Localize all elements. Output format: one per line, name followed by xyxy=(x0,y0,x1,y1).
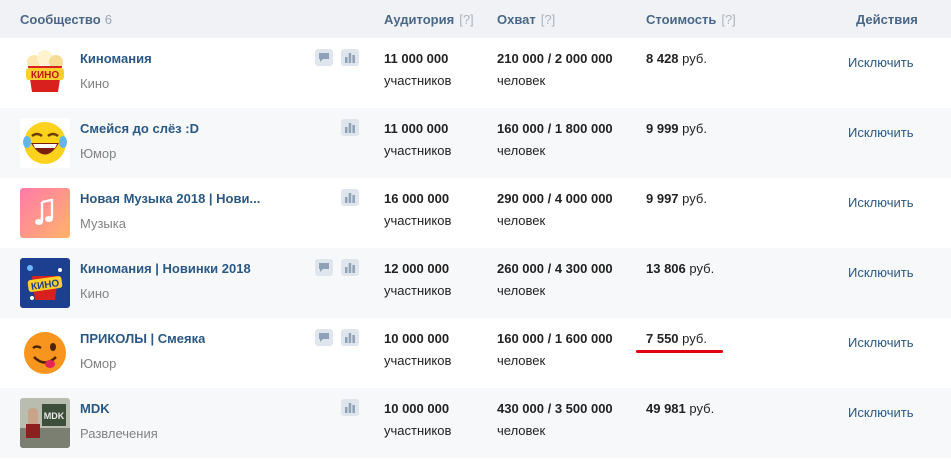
reach-value: 210 000 / 2 000 000 xyxy=(497,51,613,66)
price-value: 9 997 руб. xyxy=(646,191,707,206)
community-name-link[interactable]: ПРИКОЛЫ | Смеяка xyxy=(80,331,205,346)
audience-value: 11 000 000 xyxy=(384,121,449,136)
community-category: Юмор xyxy=(80,356,117,371)
table-header: Сообщество 6 Аудитория [?] Охват [?] Стоимо… xyxy=(0,0,951,38)
community-avatar[interactable]: КИНО xyxy=(20,48,70,98)
community-name-link[interactable]: MDK xyxy=(80,401,110,416)
table-row: Новая Музыка 2018 | Нови... Музыка 16 00… xyxy=(0,178,951,248)
community-category: Музыка xyxy=(80,216,126,231)
reach-value: 260 000 / 4 300 000 xyxy=(497,261,613,276)
table-row: КИНО Киномания Кино 11 000 000 участнико… xyxy=(0,38,951,108)
header-actions: Действия xyxy=(856,12,918,27)
cost-help-icon[interactable]: [?] xyxy=(721,12,735,27)
table-row: КИНО Киномания | Новинки 2018 Кино 12 00… xyxy=(0,248,951,318)
reach-unit: человек xyxy=(497,423,546,438)
community-category: Юмор xyxy=(80,146,117,161)
community-avatar[interactable] xyxy=(20,118,70,168)
audience-unit: участников xyxy=(384,143,452,158)
exclude-button[interactable]: Исключить xyxy=(848,405,914,420)
stats-icon[interactable] xyxy=(341,189,359,206)
reach-unit: человек xyxy=(497,213,546,228)
table-row: Смейся до слёз :D Юмор 11 000 000 участн… xyxy=(0,108,951,178)
stats-icon[interactable] xyxy=(341,119,359,136)
price-highlight-underline xyxy=(636,350,723,353)
mdk-photo-icon: MDK xyxy=(20,398,70,448)
svg-text:КИНО: КИНО xyxy=(31,70,60,81)
reach-value: 290 000 / 4 000 000 xyxy=(497,191,613,206)
reach-unit: человек xyxy=(497,73,546,88)
community-avatar[interactable]: КИНО xyxy=(20,258,70,308)
cinema-logo-icon: КИНО xyxy=(20,258,70,308)
price-value: 8 428 руб. xyxy=(646,51,707,66)
audience-value: 12 000 000 xyxy=(384,261,450,276)
community-name-link[interactable]: Киномания xyxy=(80,51,152,66)
community-avatar[interactable] xyxy=(20,188,70,238)
community-count: 6 xyxy=(104,12,112,27)
price-value: 9 999 руб. xyxy=(646,121,707,136)
audience-unit: участников xyxy=(384,353,452,368)
community-name-link[interactable]: Новая Музыка 2018 | Нови... xyxy=(80,191,260,206)
stats-icon[interactable] xyxy=(341,259,359,276)
reach-unit: человек xyxy=(497,353,546,368)
exclude-button[interactable]: Исключить xyxy=(848,195,914,210)
comment-icon[interactable] xyxy=(315,329,333,346)
price-value: 13 806 руб. xyxy=(646,261,715,276)
audience-unit: участников xyxy=(384,213,452,228)
reach-unit: человек xyxy=(497,283,546,298)
community-avatar[interactable] xyxy=(20,328,70,378)
audience-unit: участников xyxy=(384,73,452,88)
audience-help-icon[interactable]: [?] xyxy=(459,12,473,27)
community-category: Развлечения xyxy=(80,426,158,441)
table-row: ПРИКОЛЫ | Смеяка Юмор 10 000 000 участни… xyxy=(0,318,951,388)
music-note-icon xyxy=(20,188,70,238)
header-audience[interactable]: Аудитория [?] xyxy=(384,12,474,27)
communities-table: Сообщество 6 Аудитория [?] Охват [?] Стоимо… xyxy=(0,0,951,460)
exclude-button[interactable]: Исключить xyxy=(848,125,914,140)
community-category: Кино xyxy=(80,76,110,91)
comment-icon[interactable] xyxy=(315,259,333,276)
exclude-button[interactable]: Исключить xyxy=(848,265,914,280)
community-name-link[interactable]: Киномания | Новинки 2018 xyxy=(80,261,251,276)
reach-value: 160 000 / 1 600 000 xyxy=(497,331,613,346)
reach-unit: человек xyxy=(497,143,546,158)
price-value: 49 981 руб. xyxy=(646,401,715,416)
audience-value: 16 000 000 xyxy=(384,191,450,206)
audience-unit: участников xyxy=(384,283,452,298)
reach-value: 430 000 / 3 500 000 xyxy=(497,401,613,416)
price-value: 7 550 руб. xyxy=(646,331,707,346)
community-avatar[interactable]: MDK xyxy=(20,398,70,448)
exclude-button[interactable]: Исключить xyxy=(848,55,914,70)
reach-value: 160 000 / 1 800 000 xyxy=(497,121,613,136)
reach-help-icon[interactable]: [?] xyxy=(541,12,555,27)
header-community[interactable]: Сообщество 6 xyxy=(20,12,112,27)
table-row: MDK MDK Развлечения 10 000 000 участнико… xyxy=(0,388,951,458)
winking-emoji-icon xyxy=(20,328,70,378)
header-cost[interactable]: Стоимость [?] xyxy=(646,12,736,27)
exclude-button[interactable]: Исключить xyxy=(848,335,914,350)
audience-unit: участников xyxy=(384,423,452,438)
header-reach[interactable]: Охват [?] xyxy=(497,12,555,27)
stats-icon[interactable] xyxy=(341,49,359,66)
stats-icon[interactable] xyxy=(341,329,359,346)
comment-icon[interactable] xyxy=(315,49,333,66)
community-category: Кино xyxy=(80,286,110,301)
audience-value: 10 000 000 xyxy=(384,331,450,346)
audience-value: 10 000 000 xyxy=(384,401,450,416)
audience-value: 11 000 000 xyxy=(384,51,449,66)
popcorn-icon: КИНО xyxy=(20,48,70,98)
community-name-link[interactable]: Смейся до слёз :D xyxy=(80,121,199,136)
stats-icon[interactable] xyxy=(341,399,359,416)
laughing-emoji-icon xyxy=(20,118,70,168)
svg-text:MDK: MDK xyxy=(44,411,65,421)
